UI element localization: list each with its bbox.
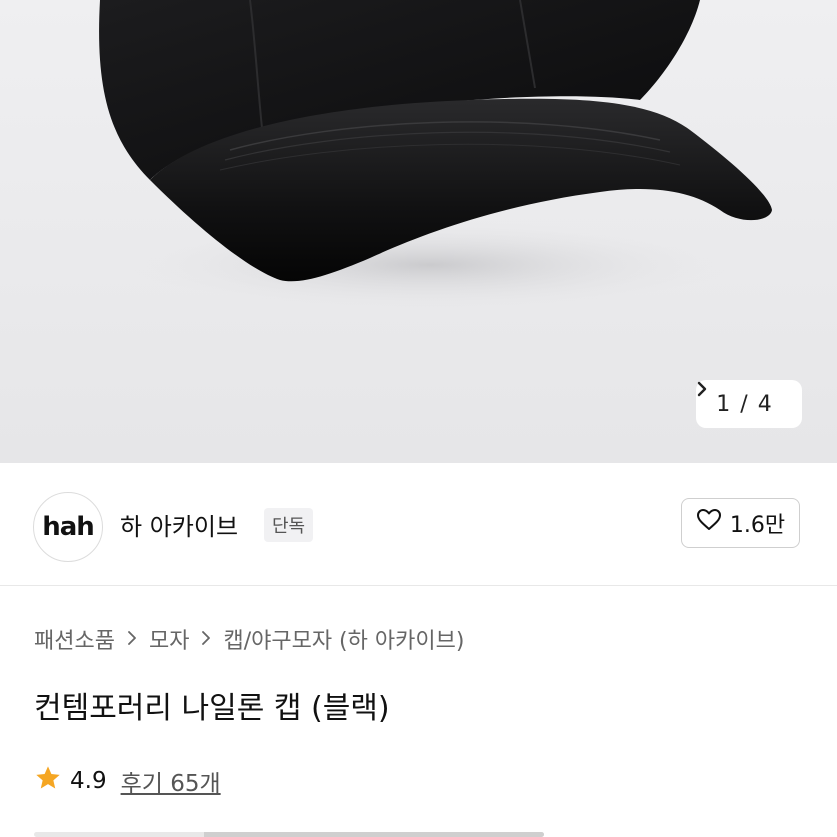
rating-row: 4.9 후기 65개 — [34, 764, 221, 798]
star-icon — [34, 764, 62, 798]
rating-score: 4.9 — [70, 768, 107, 794]
product-image-gallery[interactable]: 1 / 4 — [0, 0, 837, 463]
seller-name[interactable]: 하 아카이브 — [120, 507, 238, 542]
breadcrumb-item[interactable]: 캡/야구모자 (하 아카이브) — [223, 623, 464, 655]
heart-outline-icon — [696, 508, 722, 538]
breadcrumb: 패션소품 모자 캡/야구모자 (하 아카이브) — [34, 623, 464, 655]
breadcrumb-item[interactable]: 패션소품 — [34, 623, 115, 655]
like-count: 1.6만 — [729, 513, 786, 538]
pager-total: 4 — [757, 391, 772, 417]
seller-logo[interactable]: hah — [33, 492, 103, 562]
reviews-link[interactable]: 후기 65개 — [121, 764, 221, 798]
pager-current: 1 — [716, 391, 731, 417]
gallery-pager[interactable]: 1 / 4 — [696, 380, 802, 428]
chevron-right-icon — [127, 627, 137, 652]
scroll-indicator — [34, 832, 544, 837]
chevron-right-icon — [201, 627, 211, 652]
seller-logo-text: hah — [42, 512, 95, 542]
product-title: 컨템포러리 나일론 캡 (블랙) — [34, 691, 390, 726]
pager-separator: / — [740, 391, 748, 417]
breadcrumb-item[interactable]: 모자 — [149, 623, 189, 655]
like-button[interactable]: 1.6만 — [681, 498, 800, 548]
scroll-indicator-thumb — [204, 832, 544, 837]
exclusive-badge: 단독 — [264, 508, 314, 542]
